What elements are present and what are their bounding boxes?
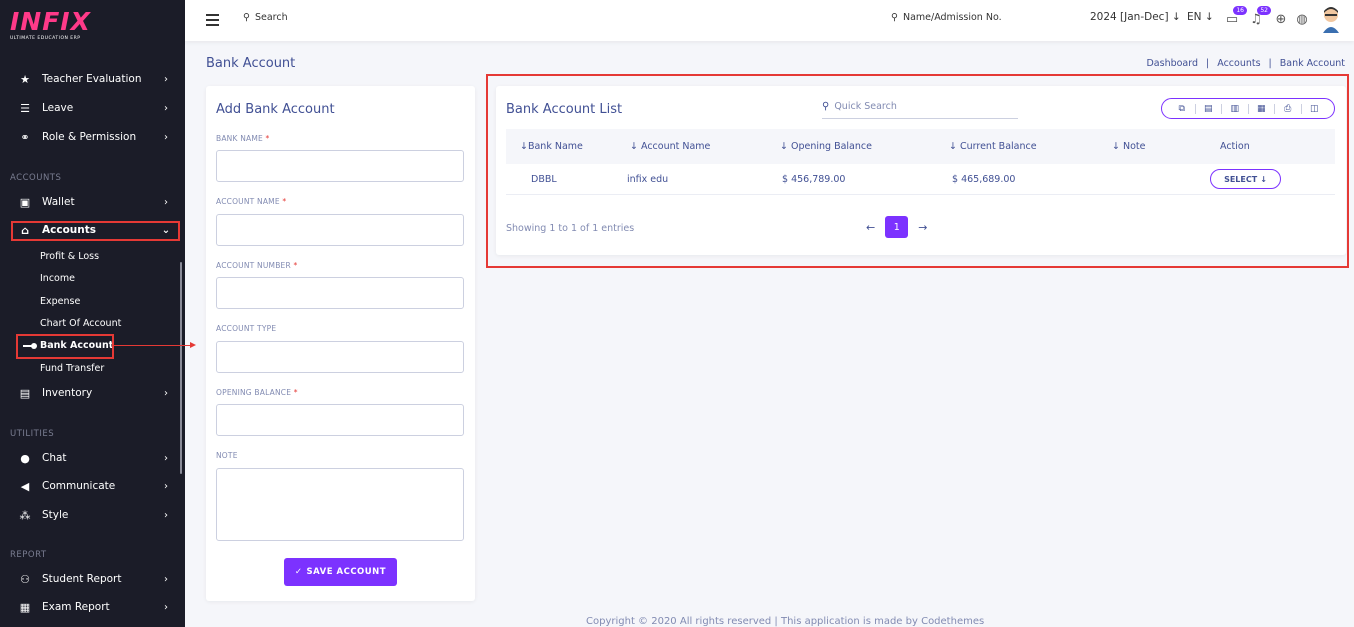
account-type-input[interactable] <box>216 341 464 373</box>
check-icon: ✓ <box>294 567 303 577</box>
globe-icon[interactable]: ⊕ <box>1272 10 1290 28</box>
sidebar-item-leave[interactable]: ☰ Leave › <box>0 97 185 119</box>
sidebar-item-exam-report[interactable]: ▦ Exam Report › <box>0 596 185 618</box>
sidebar-item-communicate[interactable]: ◀ Communicate › <box>0 475 185 497</box>
megaphone-icon: ◀ <box>20 479 30 493</box>
chevron-right-icon: › <box>164 452 168 464</box>
sidebar-subitem-income[interactable]: Income <box>40 273 75 284</box>
sidebar-subitem-expense[interactable]: Expense <box>40 296 80 307</box>
pointer-arrow-line <box>114 345 192 346</box>
chevron-right-icon: › <box>164 131 168 143</box>
admission-search[interactable]: ⚲ Name/Admission No. <box>891 12 1002 23</box>
inventory-icon: ▤ <box>19 386 31 400</box>
chat-badge: 16 <box>1233 6 1247 15</box>
bank-name-label: BANK NAME * <box>216 134 270 143</box>
bank-name-input[interactable] <box>216 150 464 182</box>
menu-toggle-icon[interactable] <box>206 14 219 26</box>
breadcrumb-dashboard[interactable]: Dashboard <box>1146 58 1198 69</box>
users-icon: ⚇ <box>20 572 30 586</box>
sidebar-item-style[interactable]: ⁂ Style › <box>0 504 185 526</box>
chevron-right-icon: › <box>164 387 168 399</box>
logo-subtitle: ULTIMATE EDUCATION ERP <box>10 36 81 41</box>
footer-copyright: Copyright © 2020 All rights reserved | T… <box>586 616 985 627</box>
sidebar-item-teacher-evaluation[interactable]: ★ Teacher Evaluation › <box>0 68 185 90</box>
breadcrumb-bank-account[interactable]: Bank Account <box>1280 58 1345 69</box>
sidebar-subitem-chart-of-account[interactable]: Chart Of Account <box>40 318 121 329</box>
language-selector[interactable]: EN ↓ <box>1187 11 1214 23</box>
chart-icon[interactable]: ◍ <box>1293 10 1311 28</box>
highlight-bank-account <box>16 334 114 359</box>
pointer-arrow-head <box>190 342 196 348</box>
section-title-utilities: UTILITIES <box>10 429 55 439</box>
session-selector[interactable]: 2024 [Jan-Dec] ↓ <box>1090 11 1181 23</box>
search-icon: ⚲ <box>243 12 250 23</box>
section-title-accounts: ACCOUNTS <box>10 173 62 183</box>
sidebar-subitem-fund-transfer[interactable]: Fund Transfer <box>40 363 104 374</box>
account-name-input[interactable] <box>216 214 464 246</box>
arrow-down-icon: ↓ <box>1171 11 1181 23</box>
chevron-right-icon: › <box>164 102 168 114</box>
save-account-button[interactable]: ✓ SAVE ACCOUNT <box>284 558 397 586</box>
sidebar-scrollbar[interactable] <box>180 262 182 474</box>
opening-balance-input[interactable] <box>216 404 464 436</box>
breadcrumb-separator: | <box>1206 58 1210 69</box>
chevron-right-icon: › <box>164 509 168 521</box>
sidebar-item-role-permission[interactable]: ⚭ Role & Permission › <box>0 126 185 148</box>
account-number-input[interactable] <box>216 277 464 309</box>
chat-icon: ● <box>20 451 30 465</box>
sidebar: INFIX ULTIMATE EDUCATION ERP ★ Teacher E… <box>0 0 185 627</box>
report-icon: ▦ <box>19 600 31 614</box>
sidebar-item-wallet[interactable]: ▣ Wallet › <box>0 191 185 213</box>
sidebar-item-chat[interactable]: ● Chat › <box>0 447 185 469</box>
account-number-label: ACCOUNT NUMBER * <box>216 261 298 270</box>
account-type-label: ACCOUNT TYPE <box>216 324 277 333</box>
sidebar-item-student-report[interactable]: ⚇ Student Report › <box>0 568 185 590</box>
note-label: NOTE <box>216 451 238 460</box>
breadcrumb: Dashboard | Accounts | Bank Account <box>1146 58 1345 69</box>
sidebar-subitem-profit-loss[interactable]: Profit & Loss <box>40 251 99 262</box>
arrow-down-icon: ↓ <box>1204 11 1214 23</box>
account-name-label: ACCOUNT NAME * <box>216 197 287 206</box>
opening-balance-label: OPENING BALANCE * <box>216 388 298 397</box>
search-icon: ⚲ <box>891 12 898 23</box>
note-textarea[interactable] <box>216 468 464 541</box>
leave-icon: ☰ <box>20 101 30 115</box>
section-title-report: REPORT <box>10 550 47 560</box>
breadcrumb-separator: | <box>1268 58 1272 69</box>
header-search[interactable]: ⚲ Search <box>243 12 288 23</box>
chat-icon[interactable]: ▭ 16 <box>1223 6 1247 28</box>
chevron-right-icon: › <box>164 573 168 585</box>
page-title: Bank Account <box>206 56 296 71</box>
avatar[interactable] <box>1321 5 1341 33</box>
star-icon: ★ <box>20 72 30 86</box>
bell-icon[interactable]: ♫ 52 <box>1247 6 1271 28</box>
chevron-right-icon: › <box>164 480 168 492</box>
chevron-right-icon: › <box>164 196 168 208</box>
add-bank-account-card: Add Bank Account BANK NAME * ACCOUNT NAM… <box>206 86 475 601</box>
logo-text: INFIX <box>10 7 91 36</box>
highlight-accounts <box>11 221 180 241</box>
chevron-right-icon: › <box>164 73 168 85</box>
role-icon: ⚭ <box>20 130 30 144</box>
notification-badge: 52 <box>1257 6 1271 15</box>
form-title: Add Bank Account <box>216 102 335 117</box>
logo[interactable]: INFIX ULTIMATE EDUCATION ERP <box>10 9 100 45</box>
style-icon: ⁂ <box>19 508 31 522</box>
breadcrumb-accounts[interactable]: Accounts <box>1217 58 1260 69</box>
chevron-right-icon: › <box>164 601 168 613</box>
highlight-list-card <box>486 74 1349 268</box>
wallet-icon: ▣ <box>19 195 31 209</box>
sidebar-item-inventory[interactable]: ▤ Inventory › <box>0 382 185 404</box>
top-header: ⚲ Search ⚲ Name/Admission No. 2024 [Jan-… <box>185 0 1354 41</box>
